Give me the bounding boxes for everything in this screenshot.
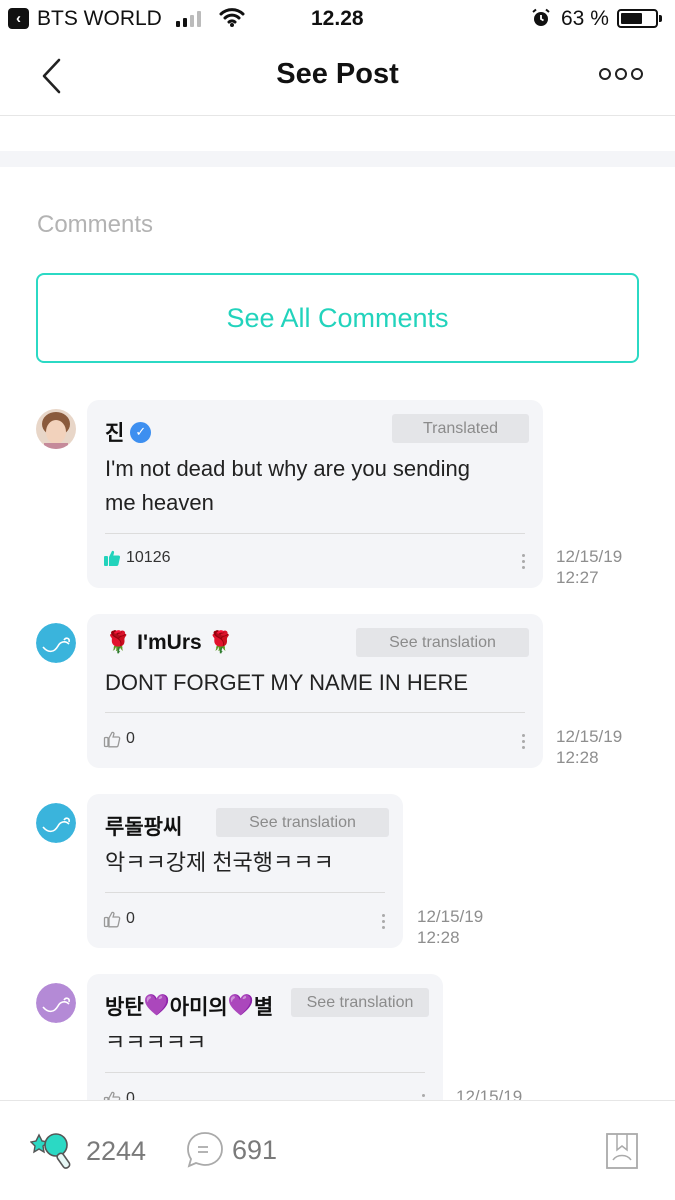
comment-timestamp: 12/15/19 12:28 [556,726,622,768]
wifi-icon [219,8,245,27]
rose-emoji: 🌹 [207,631,234,654]
like-button[interactable]: 10126 [103,549,171,567]
battery-percent: 63 % [561,7,609,30]
thumbs-up-outline-icon [103,731,121,748]
comment-author[interactable]: 방탄 💜 아미의 💜 별 [105,991,273,1021]
like-count: 10126 [126,549,171,566]
bottom-action-bar: 2244 691 [0,1100,675,1200]
comment-text-line: 악ㅋㅋ강제 천국행ㅋㅋㅋ [105,850,334,875]
bookmark-icon[interactable] [605,1132,639,1170]
page-title: See Post [276,58,399,90]
comment-time: 12:28 [417,928,460,947]
rose-emoji: 🌹 [105,631,132,654]
more-options-icon[interactable] [599,68,643,80]
comment-text-line: I'm not dead but why are you sending [105,456,470,481]
like-count: 0 [126,730,135,747]
battery-icon [617,9,662,28]
back-to-app-label[interactable]: BTS WORLD [37,7,162,31]
alarm-icon [532,8,550,26]
comment-text: ㅋㅋㅋㅋㅋ [105,1026,206,1060]
see-translation-button[interactable]: See translation [291,988,429,1017]
speech-bubble-icon [187,1132,223,1168]
comment-author-name: I'mUrs [137,631,202,654]
comment-author[interactable]: 🌹 I'mUrs 🌹 [105,631,234,655]
comment-timestamp: 12/15/19 12:27 [556,546,622,588]
comment-bubble: 루돌팡씨 See translation 악ㅋㅋ강제 천국행ㅋㅋㅋ 0 [87,794,403,948]
nav-bar: See Post [0,38,675,116]
section-divider [0,151,675,167]
post-like-count: 2244 [86,1135,147,1166]
post-like-button[interactable]: 2244 [30,1129,146,1173]
comment-item: 루돌팡씨 See translation 악ㅋㅋ강제 천국행ㅋㅋㅋ 0 12/1… [0,794,675,950]
avatar[interactable] [36,983,76,1023]
comment-author-name-part: 별 [253,996,274,1019]
like-button[interactable]: 0 [103,730,135,748]
post-comment-count: 691 [232,1134,278,1165]
comment-text: 악ㅋㅋ강제 천국행ㅋㅋㅋ [105,846,334,880]
see-translation-button[interactable]: See translation [356,628,529,657]
comment-timestamp: 12/15/19 12:28 [417,906,483,948]
cellular-signal-icon [176,11,201,27]
comment-time: 12:28 [556,748,599,767]
comment-options-icon[interactable] [522,554,525,569]
comment-item: 🌹 I'mUrs 🌹 See translation DONT FORGET M… [0,614,675,770]
translated-badge[interactable]: Translated [392,414,529,443]
status-bar: ‹ BTS WORLD 12.28 63 % [0,0,675,38]
comment-text: DONT FORGET MY NAME IN HERE [105,666,468,700]
comment-author-name: 진 [105,422,125,445]
thumbs-up-filled-icon [104,550,121,566]
lightstick-like-icon [30,1133,71,1169]
clock: 12.28 [311,7,364,30]
like-button[interactable]: 0 [103,910,135,928]
thumbs-up-outline-icon [103,911,121,928]
divider [105,712,525,713]
divider [105,533,525,534]
comment-item: 진 ✓ Translated I'm not dead but why are … [0,400,675,590]
comment-text-line: ㅋㅋㅋㅋㅋ [105,1030,207,1055]
divider [105,892,385,893]
like-count: 0 [126,910,135,927]
comment-options-icon[interactable] [522,734,525,749]
comment-bubble: 🌹 I'mUrs 🌹 See translation DONT FORGET M… [87,614,543,768]
comments-heading: Comments [37,211,154,238]
comment-author[interactable]: 진 ✓ [105,417,152,447]
comment-date: 12/15/19 [556,547,623,566]
comment-text: I'm not dead but why are you sending me … [105,452,470,520]
verified-badge-icon: ✓ [130,421,152,443]
comment-date: 12/15/19 [556,727,623,746]
comment-author-name-part: 방탄 [105,996,144,1019]
comment-text-line: me heaven [105,490,214,515]
divider [105,1072,425,1073]
post-comment-button[interactable]: 691 [184,1129,277,1171]
comment-author[interactable]: 루돌팡씨 [105,811,182,841]
see-translation-button[interactable]: See translation [216,808,389,837]
comment-text-line: DONT FORGET MY NAME IN HERE [105,670,469,695]
see-all-comments-button[interactable]: See All Comments [36,273,639,363]
comment-bubble: 진 ✓ Translated I'm not dead but why are … [87,400,543,588]
comment-author-name: 루돌팡씨 [105,816,183,839]
avatar[interactable] [36,623,76,663]
comment-options-icon[interactable] [382,914,385,929]
comment-date: 12/15/19 [417,907,484,926]
comment-time: 12:27 [556,568,599,587]
back-to-app-icon[interactable]: ‹ [8,8,29,29]
avatar[interactable] [36,803,76,843]
purple-heart-emoji: 💜 [227,994,254,1017]
purple-heart-emoji: 💜 [143,994,170,1017]
comment-author-name-part: 아미의 [169,996,228,1019]
avatar[interactable] [36,409,76,449]
